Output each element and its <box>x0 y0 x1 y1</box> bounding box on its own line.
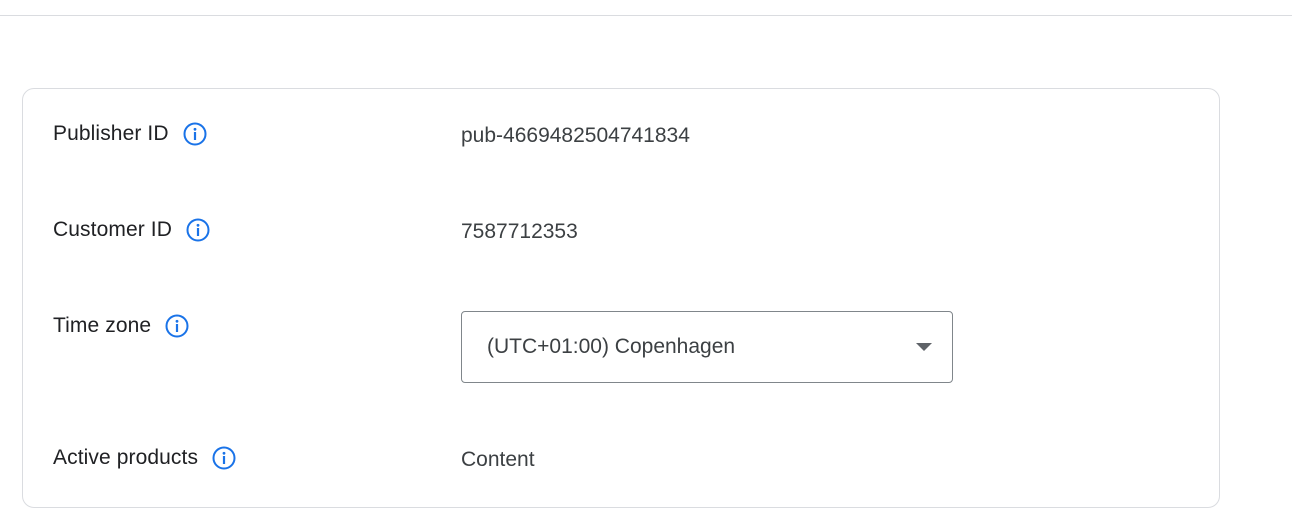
active-products-value: Content <box>461 448 535 471</box>
account-information-card: Publisher ID pub-4669482504741834 Custom… <box>22 88 1220 508</box>
customer-id-value: 7587712353 <box>461 220 578 243</box>
time-zone-label-group: Time zone <box>53 313 190 339</box>
customer-id-label-group: Customer ID <box>53 217 211 243</box>
dropdown-arrow-icon <box>916 343 932 351</box>
active-products-label-group: Active products <box>53 445 237 471</box>
info-icon[interactable] <box>164 313 190 339</box>
time-zone-selected-value: (UTC+01:00) Copenhagen <box>487 335 736 358</box>
info-icon[interactable] <box>182 121 208 147</box>
top-divider <box>0 15 1292 16</box>
time-zone-dropdown[interactable]: (UTC+01:00) Copenhagen <box>461 311 953 383</box>
customer-id-label: Customer ID <box>53 218 172 241</box>
publisher-id-label: Publisher ID <box>53 122 169 145</box>
active-products-label: Active products <box>53 446 199 469</box>
publisher-id-label-group: Publisher ID <box>53 121 208 147</box>
info-icon[interactable] <box>211 445 237 471</box>
time-zone-label: Time zone <box>53 314 152 337</box>
publisher-id-value: pub-4669482504741834 <box>461 124 690 147</box>
info-icon[interactable] <box>185 217 211 243</box>
